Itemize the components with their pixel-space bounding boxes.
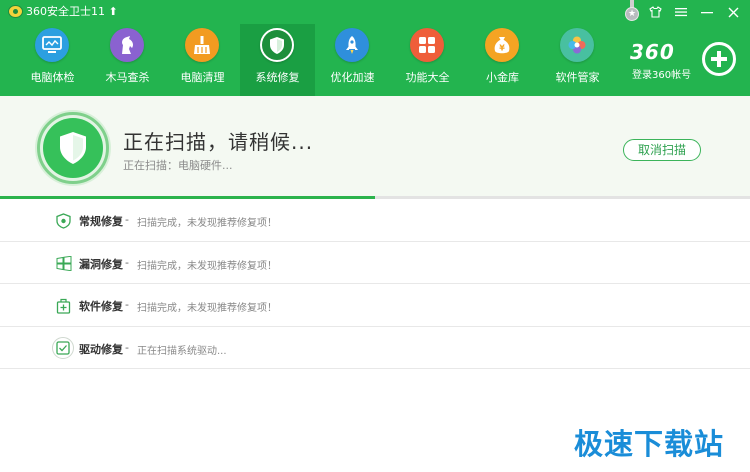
menu-button[interactable] bbox=[668, 0, 694, 24]
horse-icon bbox=[110, 28, 144, 62]
nav-label: 功能大全 bbox=[405, 71, 450, 84]
rocket-icon bbox=[335, 28, 369, 62]
app-logo bbox=[8, 5, 23, 18]
nav-label: 软件管家 bbox=[555, 71, 600, 84]
repair-label: 漏洞修复 bbox=[79, 257, 123, 271]
plus-icon bbox=[711, 51, 727, 67]
scan-shield-icon bbox=[37, 112, 109, 184]
app-title: 360安全卫士11 ⬆ bbox=[26, 5, 118, 18]
shield-check-icon bbox=[55, 212, 72, 229]
nav-item-trojan-scan[interactable]: 木马查杀 bbox=[90, 24, 165, 96]
package-icon bbox=[55, 297, 72, 314]
minimize-button[interactable] bbox=[694, 0, 720, 24]
medal-icon[interactable]: ★ bbox=[624, 0, 640, 24]
add-account-button[interactable] bbox=[702, 42, 736, 76]
monitor-icon bbox=[35, 28, 69, 62]
upgrade-arrow-icon[interactable]: ⬆ bbox=[105, 5, 117, 18]
repair-status: 扫描完成，未发现推荐修复项！ bbox=[137, 260, 277, 272]
nav-item-optimize[interactable]: 优化加速 bbox=[315, 24, 390, 96]
nav-label: 电脑体检 bbox=[30, 71, 75, 84]
nav-label: 木马查杀 bbox=[105, 71, 150, 84]
repair-status: 扫描完成，未发现推荐修复项！ bbox=[137, 303, 277, 314]
shield-icon bbox=[260, 28, 294, 62]
nav-label: 优化加速 bbox=[330, 71, 375, 84]
scan-title: 正在扫描，请稍候... bbox=[123, 130, 314, 154]
repair-separator: - bbox=[125, 213, 129, 226]
repair-item-software: 软件修复 - 扫描完成，未发现推荐修复项！ bbox=[0, 284, 750, 327]
nav-item-computer-cleanup[interactable]: 电脑清理 bbox=[165, 24, 240, 96]
cancel-scan-button[interactable]: 取消扫描 bbox=[623, 139, 701, 161]
login-link[interactable]: 登录360帐号 bbox=[632, 66, 691, 81]
header-bar: 360安全卫士11 ⬆ ★ 电脑体检 木马查杀 电脑清理 系统修复 优化加速 功… bbox=[0, 0, 750, 96]
app-window: 360安全卫士11 ⬆ ★ 电脑体检 木马查杀 电脑清理 系统修复 优化加速 功… bbox=[0, 0, 750, 472]
svg-text:¥: ¥ bbox=[499, 44, 505, 53]
nav-item-small-vault[interactable]: ¥ 小金库 bbox=[465, 24, 540, 96]
title-bar: 360安全卫士11 ⬆ ★ bbox=[0, 0, 750, 24]
scan-status: 正在扫描：电脑硬件... bbox=[123, 159, 233, 172]
close-button[interactable] bbox=[720, 0, 746, 24]
nav-item-system-repair[interactable]: 系统修复 bbox=[240, 24, 315, 96]
skin-button[interactable] bbox=[642, 0, 668, 24]
repair-status: 扫描完成，未发现推荐修复项！ bbox=[137, 218, 277, 229]
nav-item-computer-checkup[interactable]: 电脑体检 bbox=[15, 24, 90, 96]
watermark-logo: 极速下载站 bbox=[574, 427, 725, 461]
repair-separator: - bbox=[125, 255, 129, 269]
nav-label: 电脑清理 bbox=[180, 71, 225, 84]
repair-separator: - bbox=[125, 298, 129, 311]
windows-icon bbox=[55, 255, 72, 272]
grid-icon bbox=[410, 28, 444, 62]
account-area: 360 登录360帐号 bbox=[626, 38, 742, 82]
main-nav: 电脑体检 木马查杀 电脑清理 系统修复 优化加速 功能大全 ¥ 小金库 软件管家 bbox=[15, 24, 615, 96]
repair-label: 驱动修复 bbox=[79, 342, 123, 356]
repair-item-general: 常规修复 - 扫描完成，未发现推荐修复项！ bbox=[0, 199, 750, 242]
logo-360: 360 bbox=[630, 40, 675, 64]
repair-label: 软件修复 bbox=[79, 300, 123, 313]
window-controls bbox=[642, 0, 746, 24]
repair-label: 常规修复 bbox=[79, 215, 123, 228]
driver-icon bbox=[52, 336, 74, 359]
repair-status: 正在扫描系统驱动... bbox=[137, 345, 227, 357]
repair-item-driver: 驱动修复 - 正在扫描系统驱动... bbox=[0, 327, 750, 369]
repair-item-vulnerability: 漏洞修复 - 扫描完成，未发现推荐修复项！ bbox=[0, 242, 750, 284]
nav-item-software-manager[interactable]: 软件管家 bbox=[540, 24, 615, 96]
repair-list: 常规修复 - 扫描完成，未发现推荐修复项！ 漏洞修复 - 扫描完成，未发现推荐修… bbox=[0, 199, 750, 369]
nav-item-features[interactable]: 功能大全 bbox=[390, 24, 465, 96]
app-store-icon bbox=[560, 28, 594, 62]
nav-label: 小金库 bbox=[486, 71, 519, 84]
money-bag-icon: ¥ bbox=[485, 28, 519, 62]
broom-icon bbox=[185, 28, 219, 62]
repair-separator: - bbox=[125, 340, 129, 354]
nav-label: 系统修复 bbox=[255, 71, 300, 84]
